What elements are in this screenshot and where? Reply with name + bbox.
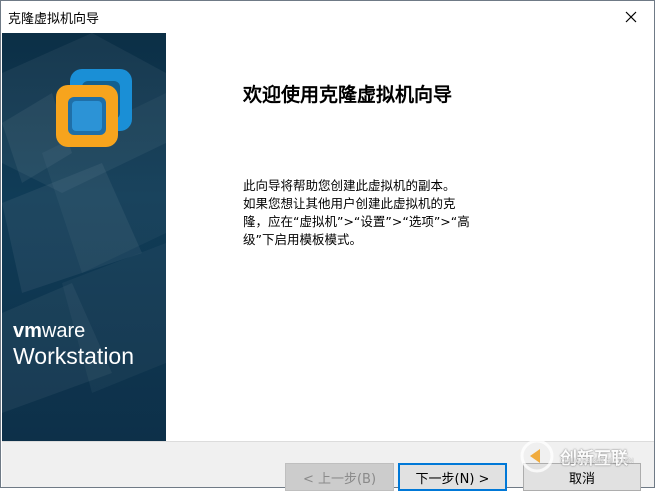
description-line: 如果您想让其他用户创建此虚拟机的克 bbox=[243, 196, 456, 211]
vmware-banner: vmware Workstation bbox=[2, 33, 166, 441]
close-button[interactable] bbox=[608, 1, 654, 32]
wizard-heading: 欢迎使用克隆虚拟机向导 bbox=[243, 84, 453, 106]
description-line: 级”下启用模板模式。 bbox=[243, 232, 362, 247]
back-button[interactable]: < 上一步(B) bbox=[285, 463, 394, 491]
watermark: 创新互联 bbox=[518, 437, 628, 475]
vmware-logo-icon bbox=[56, 69, 132, 147]
product-name: Workstation bbox=[13, 343, 135, 369]
window-title: 克隆虚拟机向导 bbox=[8, 12, 100, 27]
description-line: 隆，应在“虚拟机”>“设置”>“选项”>“高 bbox=[243, 214, 470, 229]
description-line: 此向导将帮助您创建此虚拟机的副本。 bbox=[243, 178, 456, 193]
close-icon bbox=[625, 11, 637, 22]
title-bar[interactable]: 克隆虚拟机向导 bbox=[1, 1, 654, 32]
vmware-wordmark: vmware bbox=[13, 320, 85, 343]
clone-vm-wizard-window: 克隆虚拟机向导 vmware Workstation 欢迎使用克隆虚拟机向导 此… bbox=[0, 0, 655, 488]
brand-ware: ware bbox=[41, 320, 86, 342]
next-button[interactable]: 下一步(N) > bbox=[398, 463, 507, 491]
watermark-logo-icon bbox=[520, 439, 554, 473]
watermark-subtext: CHUANG XIN HU LIAN bbox=[560, 458, 634, 465]
wizard-description: 此向导将帮助您创建此虚拟机的副本。 如果您想让其他用户创建此虚拟机的克 隆，应在… bbox=[243, 177, 507, 249]
brand-vm: vm bbox=[13, 320, 42, 342]
